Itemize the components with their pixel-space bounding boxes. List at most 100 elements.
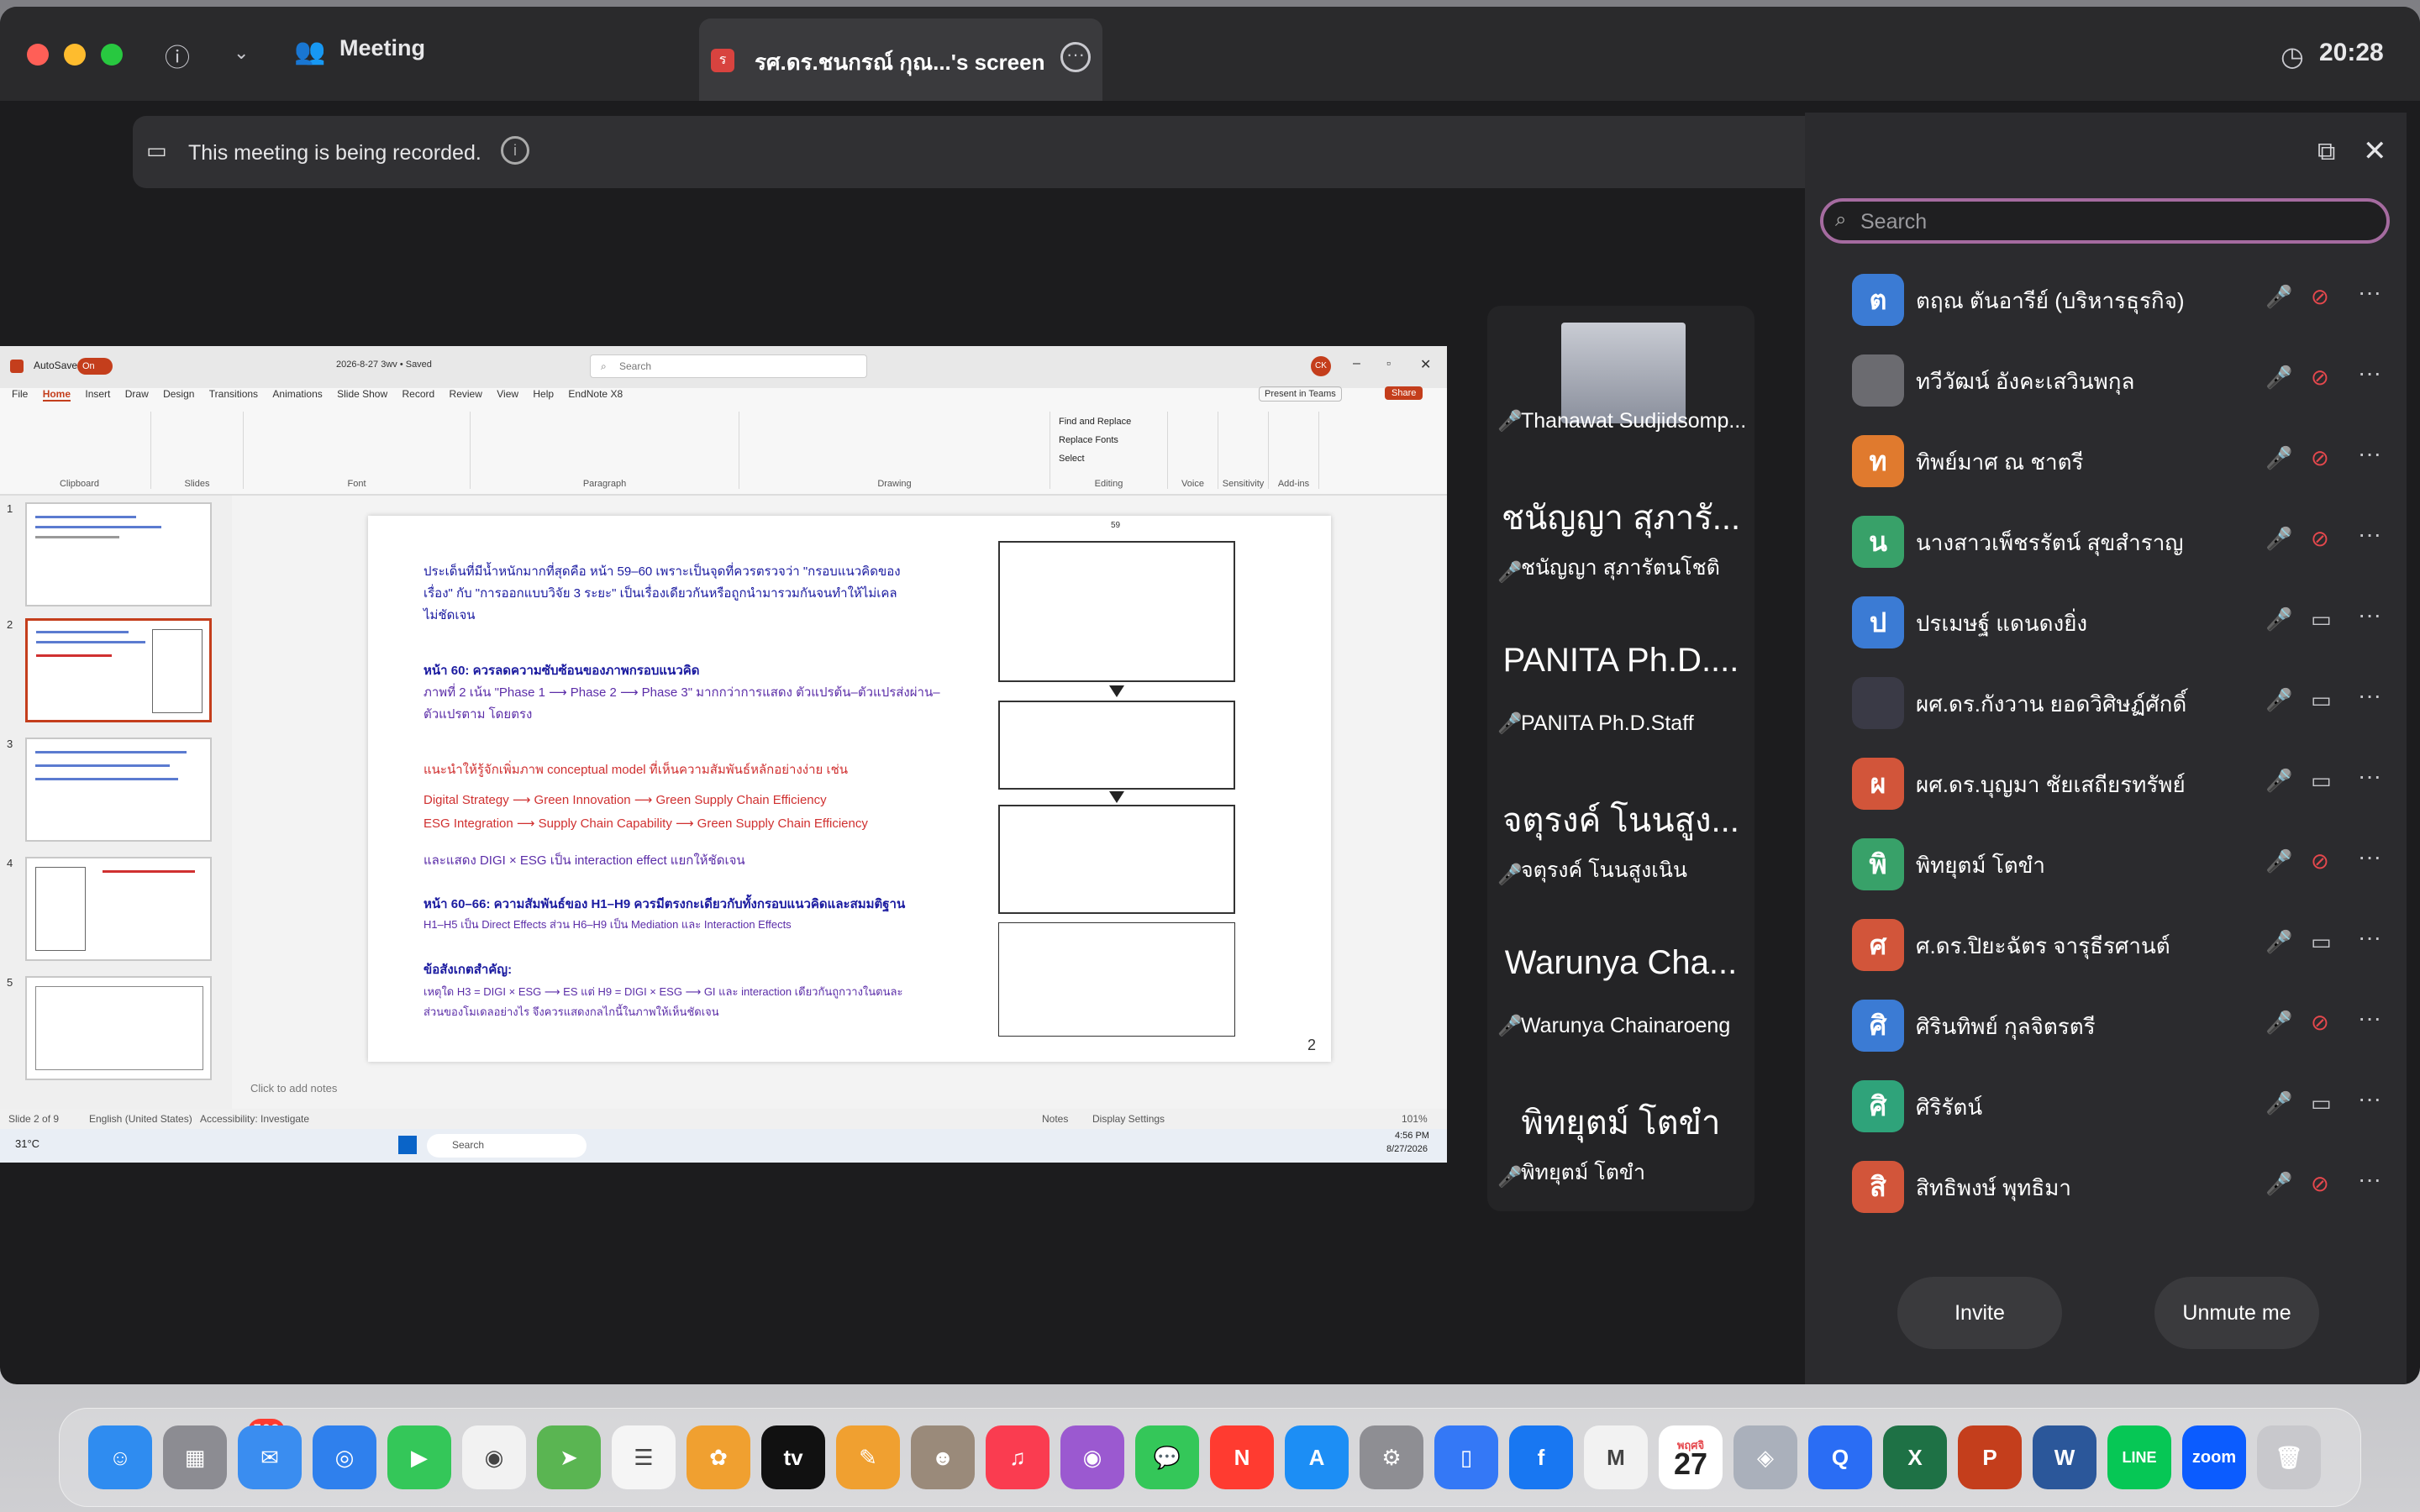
safari-dock-icon[interactable]: ◎ xyxy=(313,1425,376,1489)
participant-row[interactable]: พิ พิทยุตม์ โตขำ 🎤 ⊘ ··· xyxy=(1805,823,2407,904)
tab-help[interactable]: Help xyxy=(533,388,554,400)
muted-mic-icon[interactable]: 🎤 xyxy=(2265,1090,2292,1116)
news-dock-icon[interactable]: N xyxy=(1210,1425,1274,1489)
screen-share-tab[interactable]: ร รศ.ดร.ชนกรณ์ กุณ...'s screen ··· xyxy=(699,18,1102,101)
reminders-dock-icon[interactable]: ☰ xyxy=(612,1425,676,1489)
muted-mic-icon[interactable]: 🎤 xyxy=(2265,687,2292,713)
participant-row[interactable]: ผ ผศ.ดร.บุญมา ชัยเสถียรทรัพย์ 🎤 ▭ ··· xyxy=(1805,743,2407,823)
zoom-window-button[interactable] xyxy=(101,44,123,66)
camera-icon[interactable]: ▭ xyxy=(2311,1090,2332,1116)
camera-off-icon[interactable]: ⊘ xyxy=(2311,284,2329,310)
participant-row[interactable]: ป ปรเมษฐ์ แดนดงยิ่ง 🎤 ▭ ··· xyxy=(1805,581,2407,662)
word-dock-icon[interactable]: W xyxy=(2033,1425,2096,1489)
camera-off-icon[interactable]: ⊘ xyxy=(2311,365,2329,391)
participant-row[interactable]: ทวีวัฒน์ อังคะเสวินพกุล 🎤 ⊘ ··· xyxy=(1805,339,2407,420)
video-tile[interactable]: Warunya Cha... 🎤 Warunya Chainaroeng xyxy=(1487,911,1754,1062)
muted-mic-icon[interactable]: 🎤 xyxy=(2265,1171,2292,1197)
camera-off-icon[interactable]: ⊘ xyxy=(2311,1010,2329,1036)
meeting-label[interactable]: Meeting xyxy=(339,35,425,61)
participant-row[interactable]: น นางสาวเพ็ชรรัตน์ สุขสำราญ 🎤 ⊘ ··· xyxy=(1805,501,2407,581)
facebook-dock-icon[interactable]: f xyxy=(1509,1425,1573,1489)
muted-mic-icon[interactable]: 🎤 xyxy=(2265,768,2292,794)
tab-home[interactable]: Home xyxy=(42,388,71,402)
invite-button[interactable]: Invite xyxy=(1897,1277,2062,1349)
disk-utility-dock-icon[interactable]: ◈ xyxy=(1733,1425,1797,1489)
muted-mic-icon[interactable]: 🎤 xyxy=(2265,445,2292,471)
tab-review[interactable]: Review xyxy=(450,388,482,400)
paragraph-group[interactable]: Paragraph xyxy=(471,412,739,489)
video-tile[interactable]: 🎤 Thanawat Sudjidsomp... xyxy=(1487,306,1754,457)
tab-view[interactable]: View xyxy=(497,388,518,400)
video-tile[interactable]: ชนัญญา สุภารั... 🎤 ชนัญญา สุภารัตนโชติ xyxy=(1487,457,1754,608)
more-icon[interactable]: ··· xyxy=(2358,601,2381,628)
more-icon[interactable]: ··· xyxy=(2358,1005,2381,1032)
participant-row[interactable]: ต ตฤณ ตันอารีย์ (บริหารธุรกิจ) 🎤 ⊘ ··· xyxy=(1805,259,2407,339)
replace-fonts-button[interactable]: Replace Fonts xyxy=(1059,435,1118,445)
photos-dock-icon[interactable]: ✿ xyxy=(687,1425,750,1489)
display-settings-button[interactable]: Display Settings xyxy=(1092,1113,1165,1125)
more-icon[interactable]: ··· xyxy=(2358,279,2381,306)
restore-icon[interactable]: ▫ xyxy=(1386,356,1391,370)
more-icon[interactable]: ··· xyxy=(2358,360,2381,386)
participant-row[interactable]: ท ทิพย์มาศ ณ ชาตรี 🎤 ⊘ ··· xyxy=(1805,420,2407,501)
more-options-icon[interactable]: ··· xyxy=(1060,42,1091,72)
current-slide[interactable]: ประเด็นที่มีน้ำหนักมากที่สุดคือ หน้า 59–… xyxy=(368,516,1331,1062)
muted-mic-icon[interactable]: 🎤 xyxy=(2265,365,2292,391)
tab-design[interactable]: Design xyxy=(163,388,194,400)
slide-thumbnail[interactable] xyxy=(25,738,212,842)
present-in-teams-button[interactable]: Present in Teams xyxy=(1259,386,1342,402)
camera-off-icon[interactable]: ⊘ xyxy=(2311,445,2329,471)
user-avatar[interactable]: CK xyxy=(1311,356,1331,376)
ppt-search[interactable]: ⌕ Search xyxy=(590,354,867,378)
close-icon[interactable]: ✕ xyxy=(1420,356,1431,373)
zoom-dock-icon[interactable]: zoom xyxy=(2182,1425,2246,1489)
slide-thumbnail[interactable] xyxy=(25,976,212,1080)
muted-mic-icon[interactable]: 🎤 xyxy=(2265,606,2292,633)
muted-mic-icon[interactable]: 🎤 xyxy=(2265,848,2292,874)
addins-group[interactable]: Add-ins xyxy=(1269,412,1319,489)
participant-row[interactable]: ศ ศ.ดร.ปิยะฉัตร จารุธีรศานต์ 🎤 ▭ ··· xyxy=(1805,904,2407,984)
tab-endnote[interactable]: EndNote X8 xyxy=(568,388,623,400)
more-icon[interactable]: ··· xyxy=(2358,1166,2381,1193)
messages-dock-icon[interactable]: 💬 xyxy=(1135,1425,1199,1489)
tab-draw[interactable]: Draw xyxy=(125,388,149,400)
trash-dock-icon[interactable]: 🗑 xyxy=(2257,1425,2321,1489)
font-group[interactable]: Font xyxy=(244,412,471,489)
camera-icon[interactable]: ▭ xyxy=(2311,768,2332,794)
status-accessibility[interactable]: Accessibility: Investigate xyxy=(200,1113,309,1125)
launchpad-dock-icon[interactable]: ▦ xyxy=(163,1425,227,1489)
voice-group[interactable]: Voice xyxy=(1168,412,1218,489)
maps-dock-icon[interactable]: ➤ xyxy=(537,1425,601,1489)
camera-off-icon[interactable]: ⊘ xyxy=(2311,848,2329,874)
tab-animations[interactable]: Animations xyxy=(272,388,322,400)
video-tile[interactable]: จตุรงค์ โนนสูง... 🎤 จตุรงค์ โนนสูงเนิน xyxy=(1487,759,1754,911)
finder-dock-icon[interactable]: ☺ xyxy=(88,1425,152,1489)
mail-dock-icon[interactable]: ✉ xyxy=(238,1425,302,1489)
camera-icon[interactable]: ▭ xyxy=(2311,606,2332,633)
app-store-dock-icon[interactable]: A xyxy=(1285,1425,1349,1489)
chevron-down-icon[interactable]: ⌄ xyxy=(234,42,249,64)
notes-placeholder[interactable]: Click to add notes xyxy=(250,1082,337,1095)
more-icon[interactable]: ··· xyxy=(2358,843,2381,870)
drawing-group[interactable]: Drawing xyxy=(739,412,1050,489)
participant-row[interactable]: ศิ ศิรินทิพย์ กุลจิตรตรี 🎤 ⊘ ··· xyxy=(1805,984,2407,1065)
camera-off-icon[interactable]: ⊘ xyxy=(2311,526,2329,552)
slide-thumbnail[interactable] xyxy=(25,502,212,606)
slides-group[interactable]: Slides xyxy=(151,412,244,489)
minimize-window-button[interactable] xyxy=(64,44,86,66)
podcasts-dock-icon[interactable]: ◉ xyxy=(1060,1425,1124,1489)
tab-record[interactable]: Record xyxy=(402,388,435,400)
simulator-dock-icon[interactable]: ▯ xyxy=(1434,1425,1498,1489)
tab-insert[interactable]: Insert xyxy=(85,388,110,400)
slide-thumbnail-selected[interactable] xyxy=(25,618,212,722)
more-icon[interactable]: ··· xyxy=(2358,682,2381,709)
more-icon[interactable]: ··· xyxy=(2358,521,2381,548)
system-settings-dock-icon[interactable]: ⚙ xyxy=(1360,1425,1423,1489)
gmail-dock-icon[interactable]: M xyxy=(1584,1425,1648,1489)
share-button[interactable]: Share xyxy=(1385,386,1423,400)
muted-mic-icon[interactable]: 🎤 xyxy=(2265,526,2292,552)
clipboard-group[interactable]: Clipboard xyxy=(8,412,151,489)
info-icon[interactable]: ⓘ xyxy=(165,37,190,74)
chrome-dock-icon[interactable]: ◉ xyxy=(462,1425,526,1489)
select-button[interactable]: Select xyxy=(1059,454,1085,464)
